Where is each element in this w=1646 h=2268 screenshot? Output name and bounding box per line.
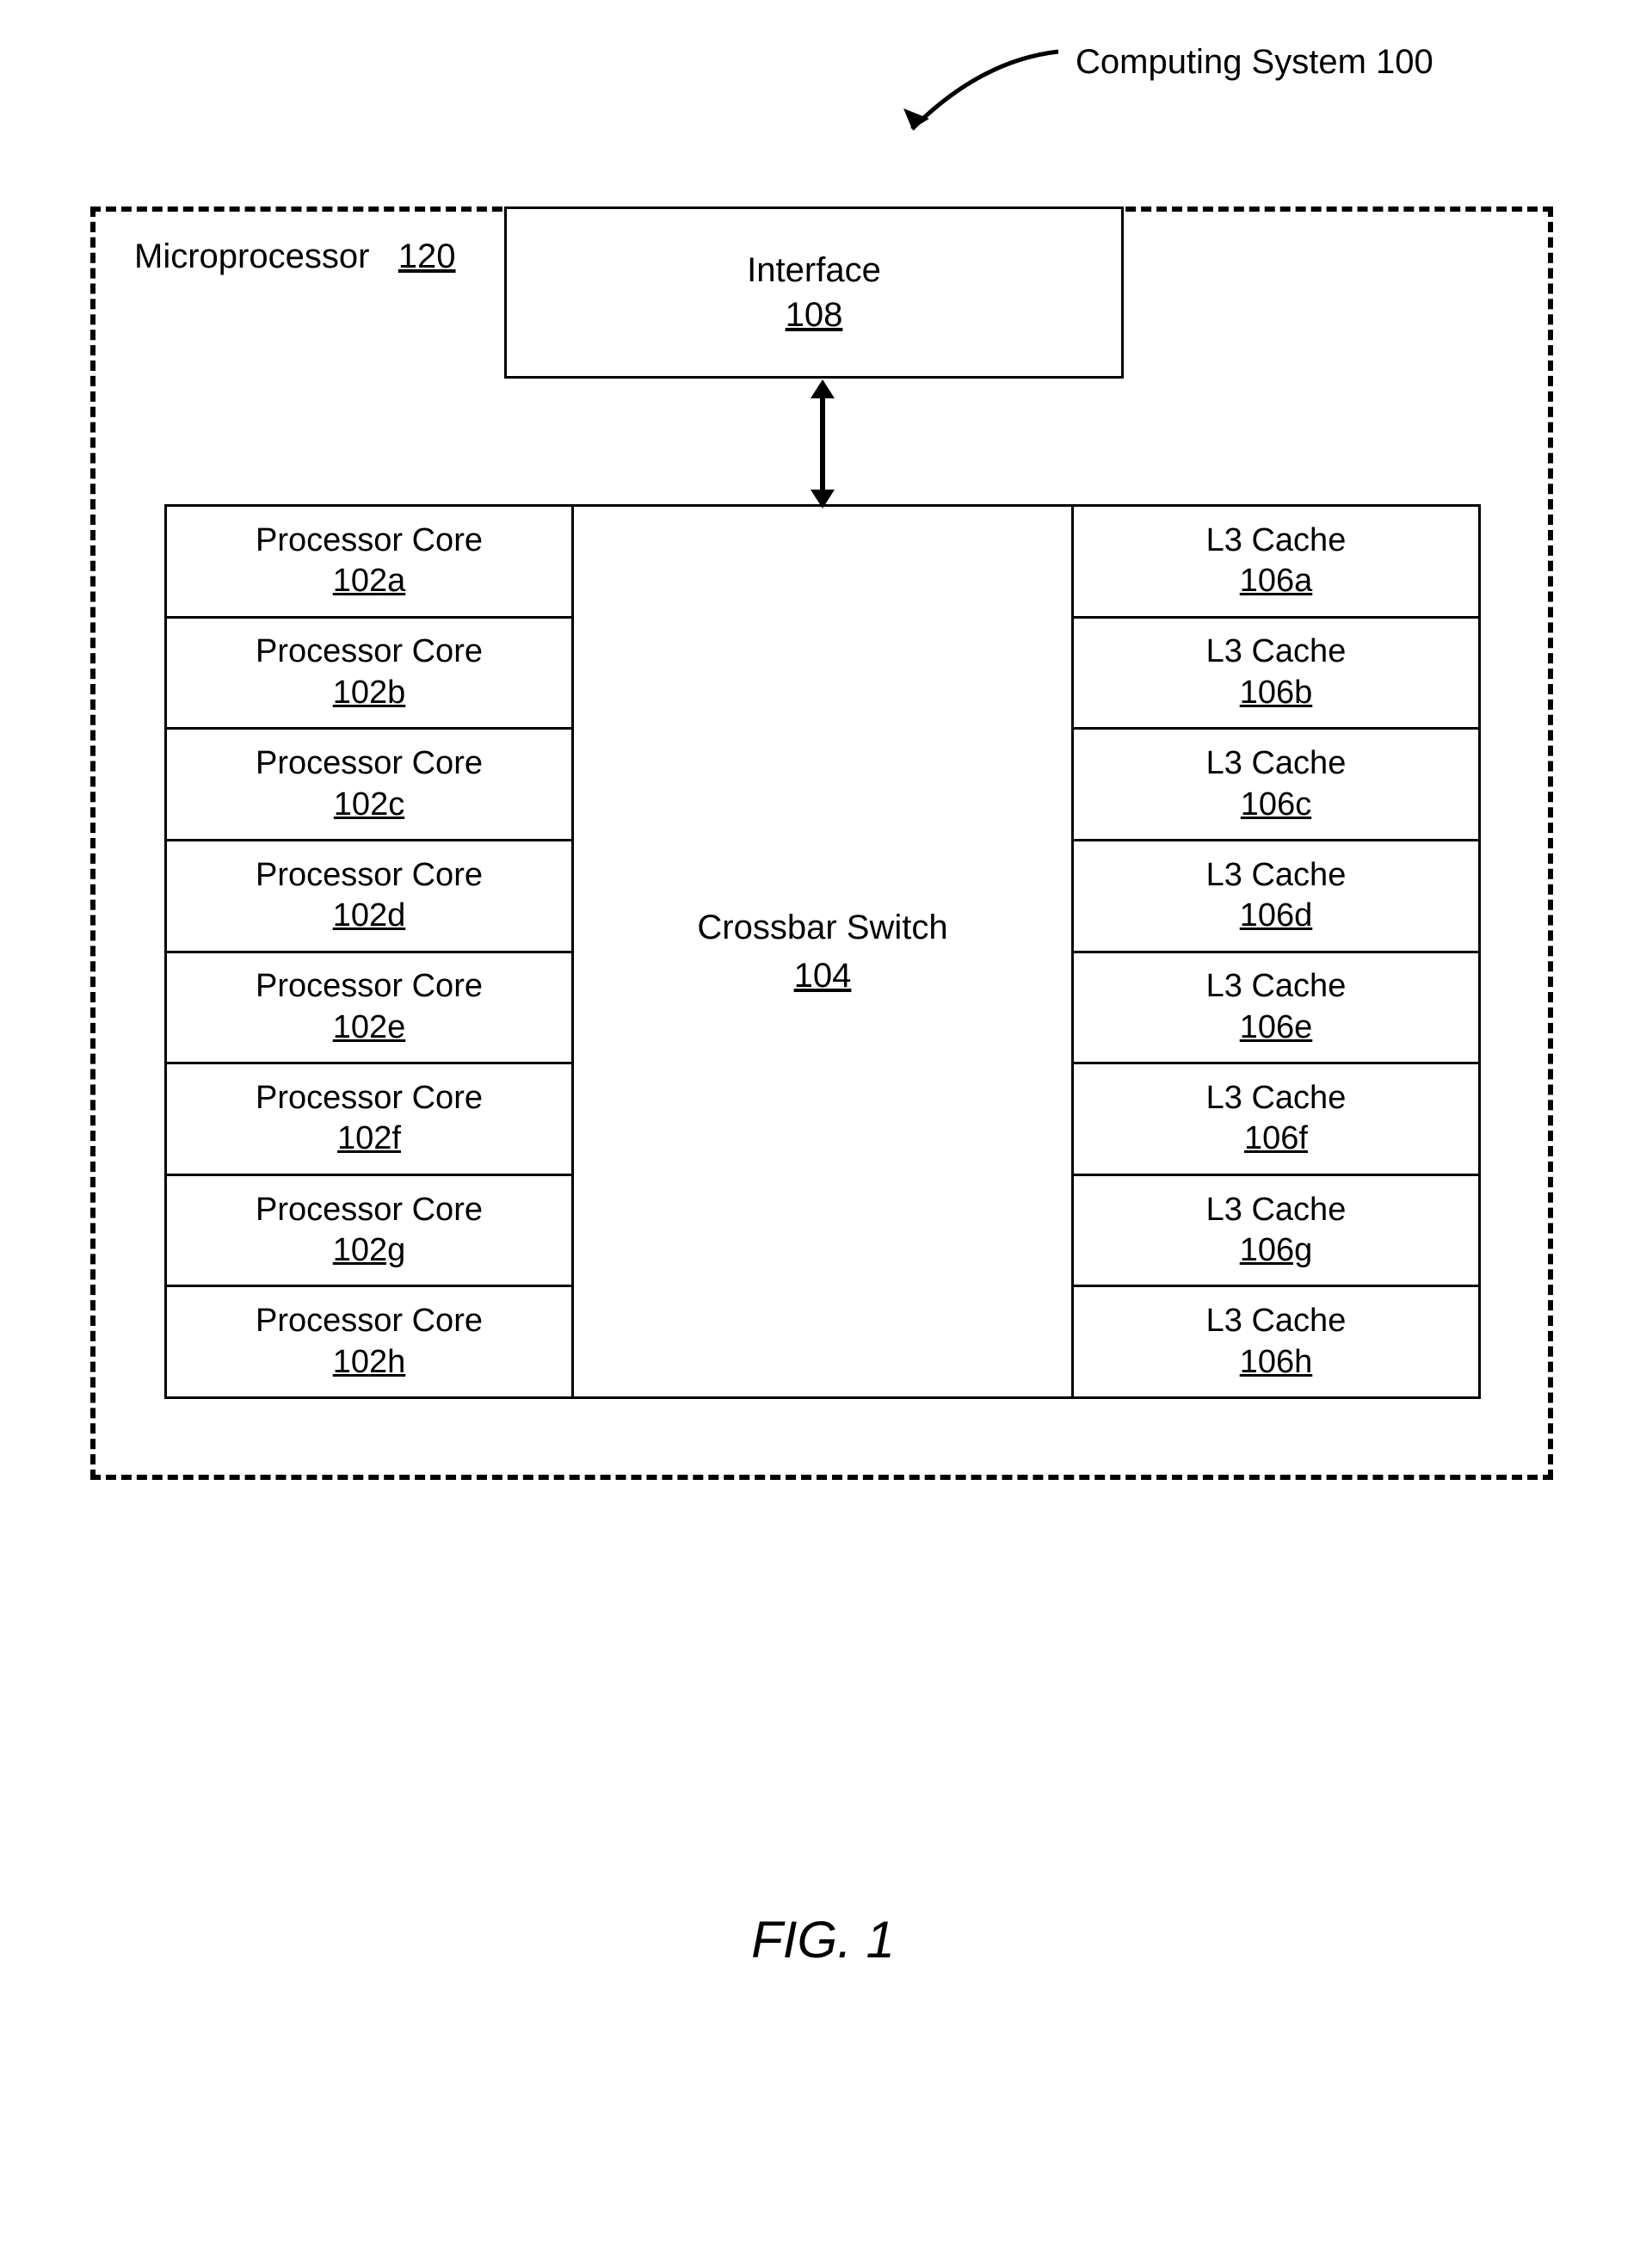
- crossbar-label: Crossbar Switch: [697, 903, 947, 952]
- cache-ref: 106d: [1240, 896, 1313, 937]
- figure-caption: FIG. 1: [0, 1910, 1646, 1969]
- cache-cell-3: L3 Cache 106d: [1074, 839, 1478, 951]
- core-label: Processor Core: [256, 966, 483, 1008]
- cache-cell-4: L3 Cache 106e: [1074, 951, 1478, 1063]
- core-cell-1: Processor Core 102b: [167, 616, 571, 728]
- l3-cache-column: L3 Cache 106a L3 Cache 106b L3 Cache 106…: [1074, 507, 1478, 1396]
- cache-ref: 106c: [1241, 785, 1311, 826]
- cache-label: L3 Cache: [1206, 1301, 1347, 1342]
- cache-label: L3 Cache: [1206, 632, 1347, 673]
- core-ref: 102g: [333, 1230, 406, 1272]
- core-ref: 102h: [333, 1342, 406, 1384]
- processor-core-column: Processor Core 102a Processor Core 102b …: [167, 507, 571, 1396]
- crossbar-ref: 104: [794, 952, 852, 1000]
- computing-system-label: Computing System 100: [1076, 43, 1433, 82]
- core-label: Processor Core: [256, 1301, 483, 1342]
- cache-cell-5: L3 Cache 106f: [1074, 1062, 1478, 1174]
- core-ref: 102f: [337, 1119, 401, 1160]
- cache-label: L3 Cache: [1206, 1078, 1347, 1119]
- cache-ref: 106e: [1240, 1008, 1313, 1049]
- cache-ref: 106g: [1240, 1230, 1313, 1272]
- interface-ref: 108: [786, 293, 843, 337]
- cache-ref: 106h: [1240, 1342, 1313, 1384]
- interface-box: Interface 108: [504, 206, 1124, 379]
- core-label: Processor Core: [256, 743, 483, 785]
- core-label: Processor Core: [256, 521, 483, 562]
- cache-cell-2: L3 Cache 106c: [1074, 727, 1478, 839]
- core-cell-2: Processor Core 102c: [167, 727, 571, 839]
- callout-arrow-icon: [878, 34, 1076, 138]
- core-cell-3: Processor Core 102d: [167, 839, 571, 951]
- cache-cell-1: L3 Cache 106b: [1074, 616, 1478, 728]
- core-label: Processor Core: [256, 632, 483, 673]
- core-ref: 102a: [333, 561, 406, 602]
- core-cell-4: Processor Core 102e: [167, 951, 571, 1063]
- figure-1-page: Computing System 100 Microprocessor 120 …: [0, 0, 1646, 2268]
- cache-cell-0: L3 Cache 106a: [1074, 507, 1478, 616]
- cache-label: L3 Cache: [1206, 855, 1347, 897]
- cache-cell-7: L3 Cache 106h: [1074, 1285, 1478, 1396]
- core-cell-7: Processor Core 102h: [167, 1285, 571, 1396]
- computing-system-callout: Computing System 100: [878, 34, 1609, 138]
- core-cell-0: Processor Core 102a: [167, 507, 571, 616]
- microprocessor-ref: 120: [398, 237, 456, 275]
- core-cell-5: Processor Core 102f: [167, 1062, 571, 1174]
- microprocessor-label: Microprocessor 120: [134, 237, 456, 276]
- cache-label: L3 Cache: [1206, 743, 1347, 785]
- core-ref: 102d: [333, 896, 406, 937]
- core-crossbar-cache-table: Processor Core 102a Processor Core 102b …: [164, 504, 1481, 1399]
- core-label: Processor Core: [256, 1078, 483, 1119]
- core-label: Processor Core: [256, 855, 483, 897]
- core-ref: 102e: [333, 1008, 406, 1049]
- interface-label: Interface: [747, 248, 881, 293]
- cache-ref: 106f: [1244, 1119, 1308, 1160]
- microprocessor-box: Microprocessor 120 Interface 108 Process…: [90, 206, 1553, 1480]
- microprocessor-label-text: Microprocessor: [134, 237, 369, 275]
- cache-label: L3 Cache: [1206, 521, 1347, 562]
- core-ref: 102b: [333, 673, 406, 714]
- core-cell-6: Processor Core 102g: [167, 1174, 571, 1285]
- cache-ref: 106b: [1240, 673, 1313, 714]
- core-label: Processor Core: [256, 1190, 483, 1231]
- cache-label: L3 Cache: [1206, 966, 1347, 1008]
- cache-label: L3 Cache: [1206, 1190, 1347, 1231]
- crossbar-switch-box: Crossbar Switch 104: [571, 507, 1074, 1396]
- double-arrow-icon: [805, 379, 840, 508]
- cache-cell-6: L3 Cache 106g: [1074, 1174, 1478, 1285]
- core-ref: 102c: [334, 785, 404, 826]
- cache-ref: 106a: [1240, 561, 1313, 602]
